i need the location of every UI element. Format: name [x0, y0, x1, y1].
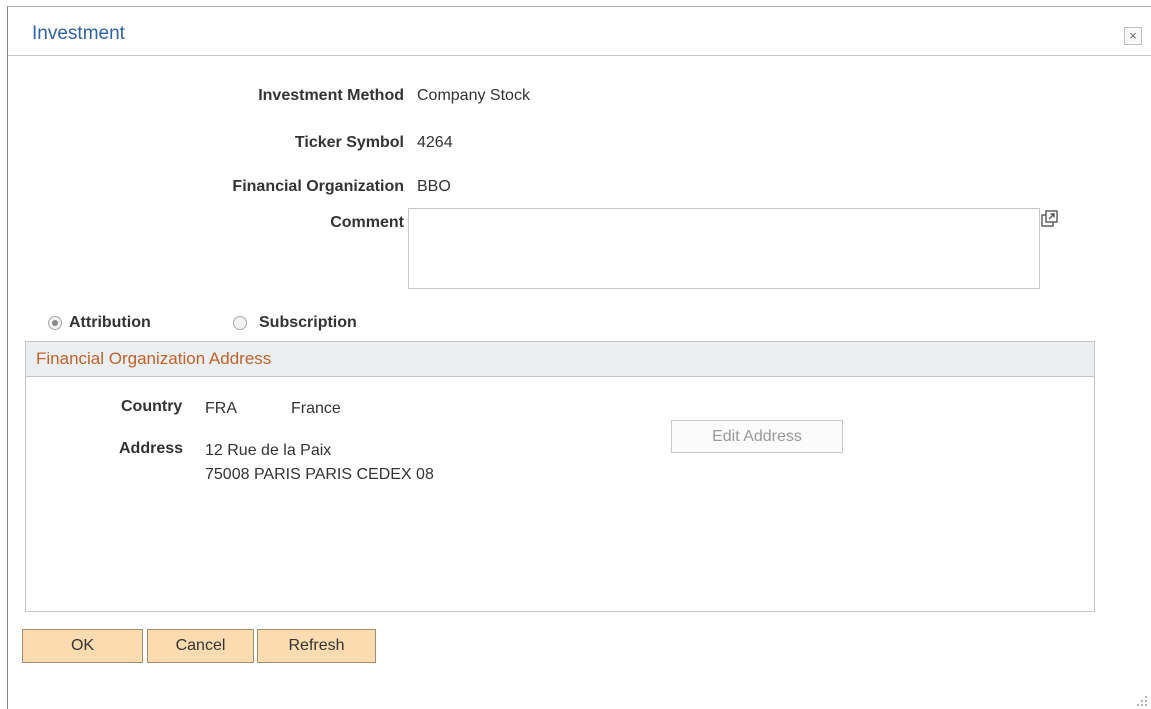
attribution-radio[interactable] [48, 316, 62, 330]
group-title: Financial Organization Address [36, 349, 272, 368]
subscription-label: Subscription [259, 314, 357, 331]
comment-label: Comment [330, 214, 404, 231]
financial-organization-value: BBO [417, 178, 451, 195]
refresh-button[interactable]: Refresh [257, 629, 376, 663]
edit-address-button[interactable]: Edit Address [671, 420, 843, 453]
resize-grip-icon[interactable] [1134, 693, 1148, 707]
attribution-label: Attribution [69, 314, 151, 331]
dialog-titlebar: Investment × [8, 7, 1151, 56]
country-code: FRA [205, 400, 237, 417]
dialog-title: Investment [32, 23, 125, 44]
cancel-button[interactable]: Cancel [147, 629, 254, 663]
financial-organization-label: Financial Organization [232, 178, 404, 195]
address-line-2: 75008 PARIS PARIS CEDEX 08 [205, 466, 434, 483]
country-label: Country [121, 398, 183, 415]
investment-method-value: Company Stock [417, 87, 530, 104]
group-header: Financial Organization Address [26, 342, 1094, 377]
ticker-symbol-value: 4264 [417, 134, 453, 151]
ok-button[interactable]: OK [22, 629, 143, 663]
investment-method-label: Investment Method [258, 87, 404, 104]
expand-icon[interactable] [1041, 210, 1059, 228]
address-line-1: 12 Rue de la Paix [205, 442, 332, 459]
close-icon[interactable]: × [1124, 27, 1142, 45]
ticker-symbol-label: Ticker Symbol [294, 134, 404, 151]
subscription-radio[interactable] [233, 316, 247, 330]
financial-organization-address-group: Financial Organization Address Country F… [25, 341, 1095, 612]
investment-dialog: Investment × Investment Method Company S… [7, 6, 1151, 709]
address-label: Address [119, 440, 184, 457]
country-name: France [291, 400, 341, 417]
comment-textarea[interactable] [408, 208, 1040, 289]
